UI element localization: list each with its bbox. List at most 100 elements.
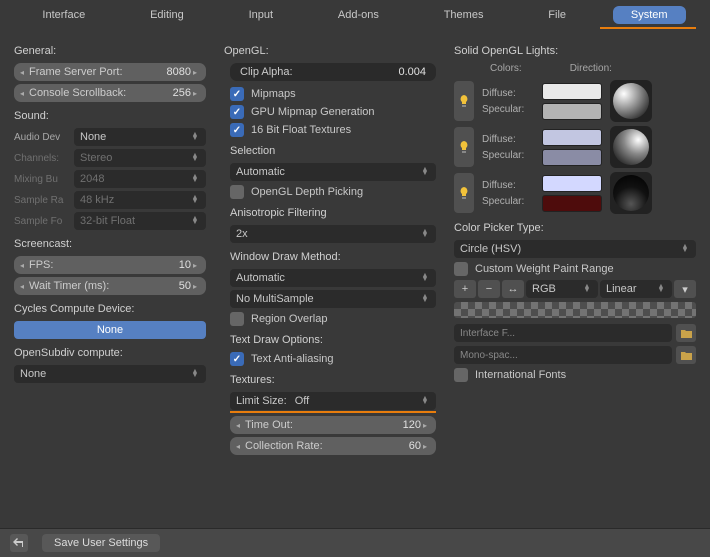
mipmaps-label: Mipmaps (251, 88, 296, 100)
console-scrollback[interactable]: ◂ Console Scrollback: 256 ▸ (14, 84, 206, 102)
light-3-diffuse-color[interactable] (542, 175, 602, 192)
gpu-mipmap-checkbox[interactable] (230, 105, 244, 119)
depth-picking-checkbox[interactable] (230, 185, 244, 199)
light-2-direction[interactable] (610, 126, 652, 168)
interface-font-field[interactable]: Interface F... (454, 324, 672, 342)
aniso-label: Anisotropic Filtering (230, 207, 436, 219)
specular-label: Specular: (482, 196, 534, 207)
chevron-left-icon: ◂ (236, 421, 243, 430)
chevron-left-icon: ◂ (236, 442, 243, 451)
color-picker-dropdown[interactable]: Circle (HSV) (454, 240, 696, 258)
intl-fonts-label: International Fonts (475, 369, 566, 381)
scrollback-value: 256 (173, 87, 191, 99)
frame-server-port[interactable]: ◂ Frame Server Port: 8080 ▸ (14, 63, 206, 81)
selection-dropdown[interactable]: Automatic (230, 163, 436, 181)
mixing-dropdown: 2048 (74, 170, 206, 188)
sample-format-label: Sample Fo (14, 216, 70, 227)
light-1-specular-color[interactable] (542, 103, 602, 120)
general-label: General: (14, 45, 206, 57)
opengl-label: OpenGL: (224, 45, 436, 57)
options-button[interactable]: ▾ (674, 280, 696, 298)
selection-label: Selection (230, 145, 436, 157)
light-1-row: Diffuse:Specular: (454, 80, 696, 122)
chevron-left-icon: ◂ (20, 68, 27, 77)
updown-icon (420, 295, 430, 303)
flip-button[interactable]: ↔ (502, 280, 524, 298)
region-overlap-checkbox[interactable] (230, 312, 244, 326)
tab-themes[interactable]: Themes (426, 6, 502, 24)
updown-icon (420, 230, 430, 238)
light-1-diffuse-color[interactable] (542, 83, 602, 100)
interface-font-browse[interactable] (676, 324, 696, 342)
interpolation-dropdown[interactable]: Linear (600, 280, 672, 298)
sample-rate-value: 48 kHz (80, 194, 190, 206)
text-aa-label: Text Anti-aliasing (251, 353, 334, 365)
light-2-diffuse-color[interactable] (542, 129, 602, 146)
limit-size-dropdown[interactable]: Limit Size: Off (230, 392, 436, 410)
mono-font-browse[interactable] (676, 346, 696, 364)
diffuse-label: Diffuse: (482, 180, 534, 191)
tab-input[interactable]: Input (231, 6, 291, 24)
updown-icon (420, 168, 430, 176)
depth-picking-label: OpenGL Depth Picking (251, 186, 363, 198)
limit-size-value: Off (295, 395, 420, 407)
tab-editing[interactable]: Editing (132, 6, 202, 24)
light-2-toggle[interactable] (454, 127, 474, 167)
textures-label: Textures: (230, 374, 436, 386)
light-3-specular-color[interactable] (542, 195, 602, 212)
fps-field[interactable]: ◂ FPS: 10 ▸ (14, 256, 206, 274)
color-mode-dropdown[interactable]: RGB (526, 280, 598, 298)
specular-label: Specular: (482, 104, 534, 115)
wdm-dropdown[interactable]: Automatic (230, 269, 436, 287)
gpu-mipmap-label: GPU Mipmap Generation (251, 106, 375, 118)
mono-font-field[interactable]: Mono-spac... (454, 346, 672, 364)
tab-addons[interactable]: Add-ons (320, 6, 397, 24)
fps-value: 10 (179, 259, 191, 271)
chevron-right-icon: ▸ (193, 89, 200, 98)
save-user-settings-button[interactable]: Save User Settings (42, 534, 160, 552)
chevron-right-icon: ▸ (423, 421, 430, 430)
aniso-dropdown[interactable]: 2x (230, 225, 436, 243)
light-1-toggle[interactable] (454, 81, 474, 121)
clip-alpha-slider[interactable]: Clip Alpha: 0.004 (230, 63, 436, 81)
osd-value: None (20, 368, 190, 380)
collection-rate-field[interactable]: ◂ Collection Rate: 60 ▸ (230, 437, 436, 455)
back-to-previous-icon[interactable] (10, 534, 28, 552)
sample-format-dropdown: 32-bit Float (74, 212, 206, 230)
highlight-underline (230, 411, 436, 413)
wait-timer-field[interactable]: ◂ Wait Timer (ms): 50 ▸ (14, 277, 206, 295)
text-aa-checkbox[interactable] (230, 352, 244, 366)
float16-checkbox[interactable] (230, 123, 244, 137)
light-3-toggle[interactable] (454, 173, 474, 213)
add-stop-button[interactable]: + (454, 280, 476, 298)
mipmaps-checkbox[interactable] (230, 87, 244, 101)
tab-file[interactable]: File (530, 6, 584, 24)
custom-weight-checkbox[interactable] (454, 262, 468, 276)
collection-value: 60 (409, 440, 421, 452)
timeout-label: Time Out: (245, 419, 403, 431)
color-ramp[interactable] (454, 302, 696, 318)
cycles-label: Cycles Compute Device: (14, 303, 206, 315)
tab-system[interactable]: System (613, 6, 686, 24)
wdm-value: Automatic (236, 272, 420, 284)
updown-icon (656, 285, 666, 293)
audio-dev-label: Audio Dev (14, 132, 70, 143)
tab-interface[interactable]: Interface (24, 6, 103, 24)
intl-fonts-checkbox[interactable] (454, 368, 468, 382)
cycles-device-button[interactable]: None (14, 321, 206, 339)
timeout-field[interactable]: ◂ Time Out: 120 ▸ (230, 416, 436, 434)
audio-device-dropdown[interactable]: None (74, 128, 206, 146)
wdm-label: Window Draw Method: (230, 251, 436, 263)
osd-dropdown[interactable]: None (14, 365, 206, 383)
color-mode-value: RGB (532, 283, 582, 295)
mixing-value: 2048 (80, 173, 190, 185)
light-2-specular-color[interactable] (542, 149, 602, 166)
solid-lights-label: Solid OpenGL Lights: (454, 45, 696, 57)
remove-stop-button[interactable]: − (478, 280, 500, 298)
collection-label: Collection Rate: (245, 440, 409, 452)
light-1-direction[interactable] (610, 80, 652, 122)
multisample-dropdown[interactable]: No MultiSample (230, 290, 436, 308)
scrollback-label: Console Scrollback: (29, 87, 173, 99)
light-3-direction[interactable] (610, 172, 652, 214)
chevron-right-icon: ▸ (193, 68, 200, 77)
